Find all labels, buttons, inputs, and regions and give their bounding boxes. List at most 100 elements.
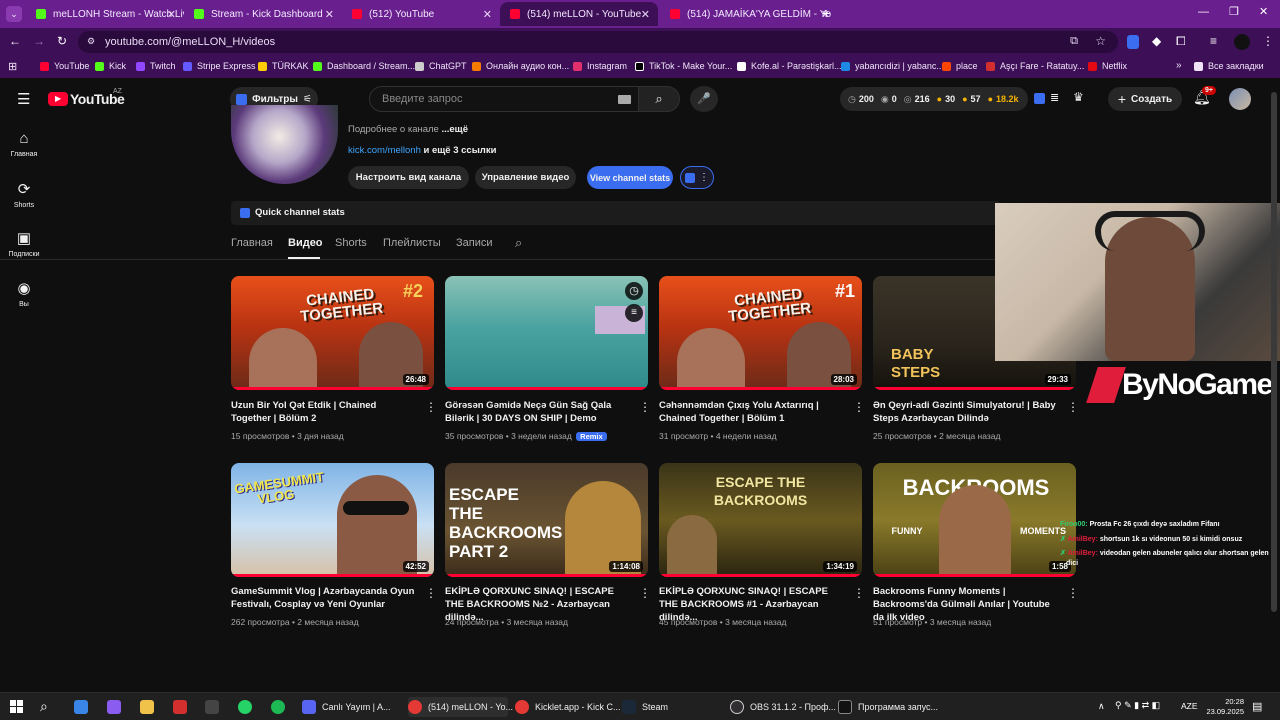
- bookmark-stripe[interactable]: Stripe Express: [183, 61, 256, 71]
- channel-link[interactable]: kick.com/mellonh: [348, 145, 421, 156]
- tray-chevron-icon[interactable]: ∧: [1098, 701, 1105, 712]
- bookmark-tiktok[interactable]: TikTok - Make Your...: [635, 61, 732, 71]
- extension-shield-icon[interactable]: [1127, 35, 1139, 49]
- whatsapp-icon[interactable]: [238, 700, 252, 714]
- tab-playlists[interactable]: Плейлисты: [383, 237, 441, 249]
- spotify-icon[interactable]: [271, 700, 285, 714]
- keyboard-icon[interactable]: [618, 95, 631, 104]
- media-icon[interactable]: [173, 700, 187, 714]
- close-icon[interactable]: ✕: [641, 8, 650, 21]
- hamburger-menu-icon[interactable]: ☰: [17, 90, 30, 108]
- voice-search-button[interactable]: 🎤: [690, 86, 718, 112]
- extension-icon[interactable]: ◆: [1152, 34, 1161, 48]
- video-title[interactable]: Ən Qeyri-adi Gəzinti Simulyatoru! | Baby…: [873, 399, 1058, 425]
- video-thumbnail[interactable]: GAMESUMMIT VLOG 42:52: [231, 463, 434, 577]
- bookmark-ratatouille[interactable]: Aşçı Fare - Ratatuy...: [986, 61, 1084, 71]
- sidebar-item-shorts[interactable]: ⟳ Shorts: [0, 180, 48, 209]
- tab-youtube-video[interactable]: (514) JAMAİKA'YA GELDİM - Yo ✕: [660, 2, 838, 26]
- tab-home[interactable]: Главная: [231, 237, 273, 249]
- bookmark-youtube[interactable]: YouTube: [40, 61, 89, 71]
- bookmark-netflix[interactable]: Netflix: [1088, 61, 1127, 71]
- youtube-logo-icon[interactable]: ▶: [48, 92, 68, 106]
- video-thumbnail[interactable]: CHAINED TOGETHER #2 26:48: [231, 276, 434, 390]
- bookmark-kofe[interactable]: Kofe.al - Parəstişkarl...: [737, 61, 842, 71]
- add-to-queue-icon[interactable]: ≡: [625, 304, 643, 322]
- quick-stats-bar[interactable]: Quick channel stats: [231, 201, 1001, 225]
- more-vert-icon[interactable]: ⋮: [639, 586, 651, 600]
- customize-channel-button[interactable]: Настроить вид канала: [348, 166, 469, 189]
- new-tab-button[interactable]: +: [822, 5, 830, 21]
- bookmark-place[interactable]: place: [942, 61, 978, 71]
- close-icon[interactable]: ✕: [167, 8, 176, 21]
- forward-icon[interactable]: →: [33, 34, 45, 48]
- tab-youtube-home[interactable]: (512) YouTube ✕: [342, 2, 500, 26]
- bookmark-yabancidizi[interactable]: yabancıdizi | yabanc...: [841, 61, 944, 71]
- channel-search-icon[interactable]: ⌕: [515, 235, 522, 251]
- tab-youtube-channel[interactable]: (514) meLLON - YouTube ✕: [500, 2, 658, 26]
- more-vert-icon[interactable]: ⋮: [425, 586, 437, 600]
- search-button[interactable]: ⌕: [638, 86, 680, 112]
- channel-stats-button[interactable]: View channel stats: [587, 166, 673, 189]
- extensions-puzzle-icon[interactable]: ⧠: [1176, 34, 1186, 49]
- all-bookmarks[interactable]: Все закладки: [1194, 61, 1264, 71]
- video-title[interactable]: Cəhənnəmdən Çıxış Yolu Axtarırıq | Chain…: [659, 399, 844, 425]
- tab-posts[interactable]: Записи: [456, 237, 493, 249]
- reload-icon[interactable]: ↻: [57, 34, 67, 48]
- app-icon[interactable]: [205, 700, 219, 714]
- bookmark-instagram[interactable]: Instagram: [573, 61, 627, 71]
- bookmark-star-icon[interactable]: ☆: [1095, 34, 1106, 48]
- sidebar-item-you[interactable]: ◉ Вы: [0, 279, 48, 308]
- extension-icon[interactable]: [1034, 93, 1045, 104]
- video-title[interactable]: GameSummit Vlog | Azərbaycanda Oyun Fest…: [231, 585, 416, 611]
- bookmark-twitch[interactable]: Twitch: [136, 61, 176, 71]
- video-thumbnail[interactable]: CHAINED TOGETHER #1 28:03: [659, 276, 862, 390]
- page-scrollbar[interactable]: [1271, 92, 1277, 612]
- apps-grid-icon[interactable]: ⊞: [8, 60, 17, 73]
- video-thumbnail[interactable]: ESCAPE THE BACKROOMS PART 2 1:14:08: [445, 463, 648, 577]
- file-explorer-icon[interactable]: [74, 700, 88, 714]
- extension-menu-button[interactable]: ⋮: [680, 166, 714, 189]
- back-icon[interactable]: ←: [9, 34, 21, 48]
- create-button[interactable]: + Создать: [1108, 87, 1182, 111]
- tab-kick-dashboard[interactable]: Stream - Kick Dashboard ✕: [184, 2, 342, 26]
- browser-menu-icon[interactable]: ⋮: [1262, 34, 1274, 48]
- menu-lines-icon[interactable]: ≣: [1050, 91, 1059, 104]
- video-title[interactable]: Uzun Bir Yol Qət Etdik | Chained Togethe…: [231, 399, 416, 425]
- channel-avatar[interactable]: [231, 105, 338, 184]
- more-bookmarks-icon[interactable]: »: [1176, 60, 1182, 71]
- video-thumbnail[interactable]: BACKROOMS FUNNY MOMENTS 1:58: [873, 463, 1076, 577]
- close-icon[interactable]: ✕: [325, 8, 334, 21]
- notification-center-icon[interactable]: ▤: [1252, 700, 1262, 713]
- taskbar-app-kicklet[interactable]: Kicklet.app - Kick C...: [515, 697, 621, 717]
- tray-icons[interactable]: ⚲ ✎ ▮ ⇄ ◧: [1115, 700, 1160, 711]
- windows-start-icon[interactable]: [10, 700, 23, 713]
- more-vert-icon[interactable]: ⋮: [1067, 586, 1079, 600]
- copilot-icon[interactable]: [107, 700, 121, 714]
- manage-videos-button[interactable]: Управление видео: [475, 166, 576, 189]
- minimize-button[interactable]: —: [1198, 6, 1209, 18]
- channel-about[interactable]: Подробнее о канале ...ещё: [348, 124, 468, 135]
- more-vert-icon[interactable]: ⋮: [639, 400, 651, 414]
- tab-videos[interactable]: Видео: [288, 237, 323, 249]
- tab-search-icon[interactable]: ⌄: [6, 6, 22, 22]
- trophy-icon[interactable]: ♛: [1073, 90, 1084, 104]
- avatar[interactable]: [1229, 88, 1251, 110]
- bookmark-audio[interactable]: Онлайн аудио кон...: [472, 61, 569, 71]
- channel-more-links[interactable]: и ещё 3 ссылки: [424, 145, 497, 156]
- video-thumbnail[interactable]: ESCAPE THE BACKROOMS 1:34:19: [659, 463, 862, 577]
- sidebar-item-subscriptions[interactable]: ▣ Подписки: [0, 229, 48, 258]
- video-thumbnail[interactable]: ◷ ≡: [445, 276, 648, 390]
- reading-list-icon[interactable]: ≡: [1210, 34, 1217, 48]
- profile-avatar[interactable]: [1234, 34, 1250, 50]
- more-vert-icon[interactable]: ⋮: [853, 400, 865, 414]
- taskbar-app-steam[interactable]: Steam: [622, 697, 722, 717]
- taskbar-app-stream[interactable]: Canlı Yayım | A...: [302, 697, 400, 717]
- video-title[interactable]: Görəsən Gəmidə Neçə Gün Sağ Qala Bilərik…: [445, 399, 630, 425]
- more-vert-icon[interactable]: ⋮: [1067, 400, 1079, 414]
- clock[interactable]: 20:28 23.09.2025: [1204, 697, 1244, 717]
- taskbar-app-epic[interactable]: Программа запус...: [838, 697, 938, 717]
- restore-button[interactable]: ❐: [1229, 5, 1239, 18]
- bookmark-chatgpt[interactable]: ChatGPT: [415, 61, 467, 71]
- url-field[interactable]: ⚙ youtube.com/@meLLON_H/videos ⧉ ☆: [78, 31, 1118, 53]
- taskbar-app-chrome[interactable]: (514) meLLON - Yo...: [408, 697, 513, 717]
